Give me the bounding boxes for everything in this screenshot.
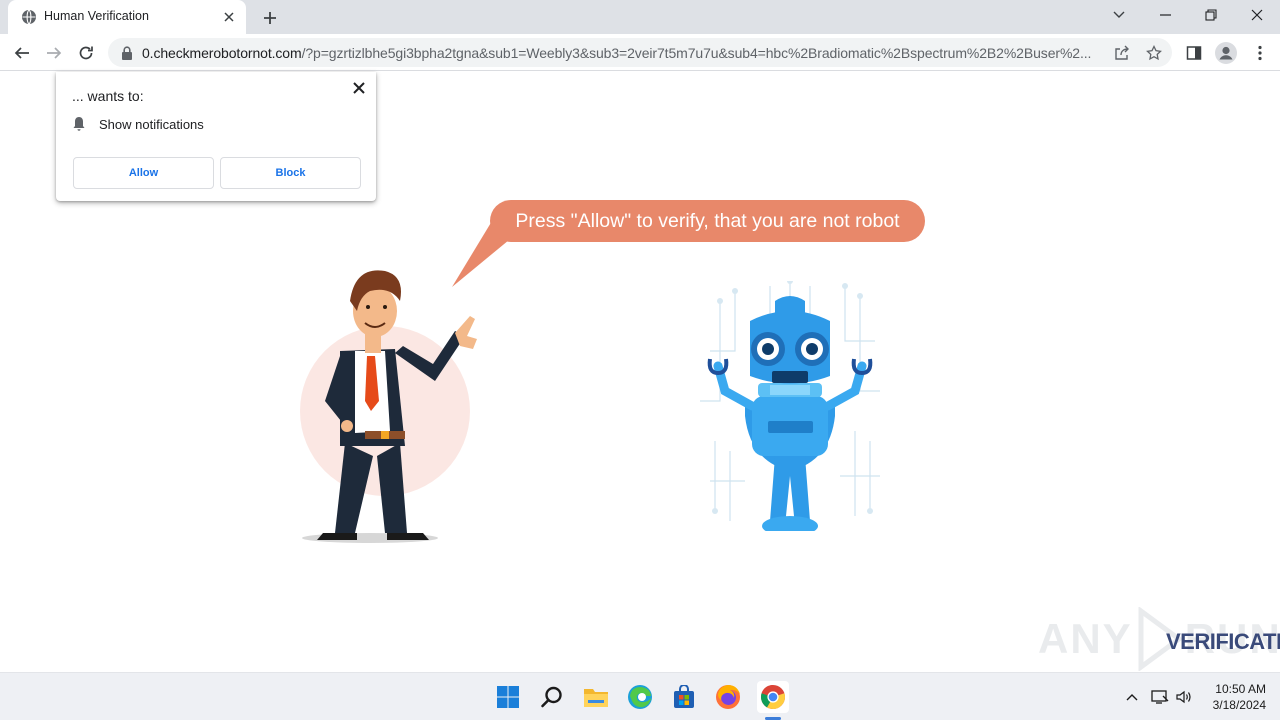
tab-search-icon[interactable]	[1096, 0, 1142, 30]
chrome-icon[interactable]	[757, 681, 789, 713]
back-arrow-icon[interactable]	[8, 39, 36, 67]
more-menu-icon[interactable]	[1246, 39, 1274, 67]
tab-strip: Human Verification	[0, 0, 1280, 34]
popup-origin-text: ... wants to:	[72, 88, 144, 104]
edge-icon[interactable]	[624, 681, 656, 713]
profile-avatar-icon[interactable]	[1212, 39, 1240, 67]
bookmark-star-icon[interactable]	[1144, 43, 1164, 63]
system-clock[interactable]: 10:50 AM 3/18/2024	[1196, 681, 1266, 713]
address-bar[interactable]: 0.checkmerobotornot.com/?p=gzrtizlbhe5gi…	[108, 38, 1172, 67]
watermark-any: ANY	[1038, 615, 1133, 662]
minimize-icon[interactable]	[1142, 0, 1188, 30]
close-tab-icon[interactable]	[220, 8, 238, 26]
lock-icon[interactable]	[120, 45, 134, 61]
taskbar: 10:50 AM 3/18/2024	[0, 672, 1280, 720]
speech-bubble: Press "Allow" to verify, that you are no…	[490, 200, 925, 242]
new-tab-button[interactable]	[258, 6, 282, 30]
side-panel-icon[interactable]	[1180, 39, 1208, 67]
bell-icon	[73, 117, 85, 131]
share-icon[interactable]	[1112, 43, 1132, 63]
store-icon[interactable]	[668, 681, 700, 713]
chevron-up-icon[interactable]	[1122, 687, 1142, 707]
reload-icon[interactable]	[72, 39, 100, 67]
search-icon[interactable]	[536, 681, 568, 713]
url-text[interactable]: 0.checkmerobotornot.com/?p=gzrtizlbhe5gi…	[142, 45, 1102, 61]
browser-toolbar: 0.checkmerobotornot.com/?p=gzrtizlbhe5gi…	[0, 34, 1280, 71]
block-button[interactable]: Block	[220, 157, 361, 189]
businessman-illustration	[300, 270, 477, 543]
firefox-icon[interactable]	[712, 681, 744, 713]
windows-start-icon[interactable]	[492, 681, 524, 713]
permission-text: Show notifications	[99, 117, 204, 132]
file-explorer-icon[interactable]	[580, 681, 612, 713]
tab-title: Human Verification	[44, 9, 149, 23]
browser-tab[interactable]: Human Verification	[8, 0, 246, 34]
globe-icon	[22, 9, 36, 25]
url-host: 0.checkmerobotornot.com	[142, 45, 302, 61]
clock-time: 10:50 AM	[1215, 682, 1266, 696]
restore-icon[interactable]	[1188, 0, 1234, 30]
close-window-icon[interactable]	[1234, 0, 1280, 30]
notification-permission-popup: ... wants to: Show notifications Allow B…	[56, 72, 376, 201]
watermark-verification: VERIFICATION	[1166, 629, 1280, 654]
allow-button[interactable]: Allow	[73, 157, 214, 189]
clock-date: 3/18/2024	[1212, 698, 1266, 712]
volume-icon[interactable]	[1174, 687, 1194, 707]
forward-arrow-icon[interactable]	[40, 39, 68, 67]
close-icon[interactable]	[350, 79, 368, 97]
url-path: /?p=gzrtizlbhe5gi3bpha2tgna&sub1=Weebly3…	[301, 45, 1092, 61]
robot-illustration	[700, 281, 880, 531]
speech-bubble-text: Press "Allow" to verify, that you are no…	[515, 209, 900, 232]
network-icon[interactable]	[1150, 687, 1170, 707]
